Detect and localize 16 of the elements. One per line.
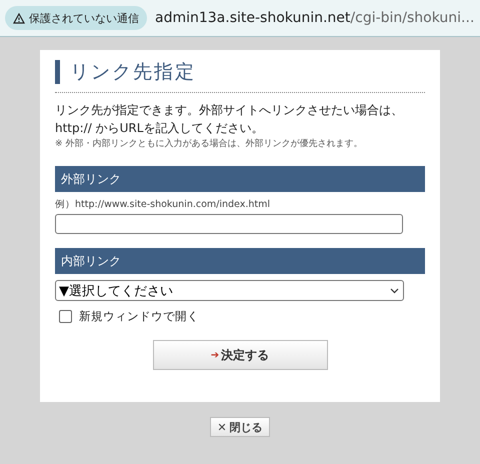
section-heading: 外部リンク xyxy=(55,166,425,192)
security-chip[interactable]: 保護されていない通信 xyxy=(5,6,147,30)
warning-icon xyxy=(13,12,25,24)
close-button[interactable]: ✕ 閉じる xyxy=(210,417,270,437)
page-select[interactable]: ▼選択してください xyxy=(55,280,404,301)
url-text[interactable]: admin13a.site-shokunin.net/cgi-bin/shokuni... xyxy=(155,10,474,26)
chevron-down-icon xyxy=(390,288,399,294)
checkbox[interactable] xyxy=(59,310,72,323)
url-input-field[interactable] xyxy=(55,214,403,234)
submit-button[interactable]: ➔ 決定する xyxy=(152,340,328,370)
description-text: リンク先が指定できます。外部サイトへリンクさせたい場合は、http:// からURLを記入してください。 xyxy=(55,102,404,137)
example-text: 例）http://www.site-shokunin.com/index.html xyxy=(55,198,272,211)
section-heading: 内部リンク xyxy=(55,248,425,274)
checkbox-label: 新規ウィンドウで開く xyxy=(79,309,199,324)
dialog-title: リンク先指定 xyxy=(55,60,425,84)
note-text: ※ 外部・内部リンクともに入力がある場合は、外部リンクが優先されます。 xyxy=(55,138,364,150)
